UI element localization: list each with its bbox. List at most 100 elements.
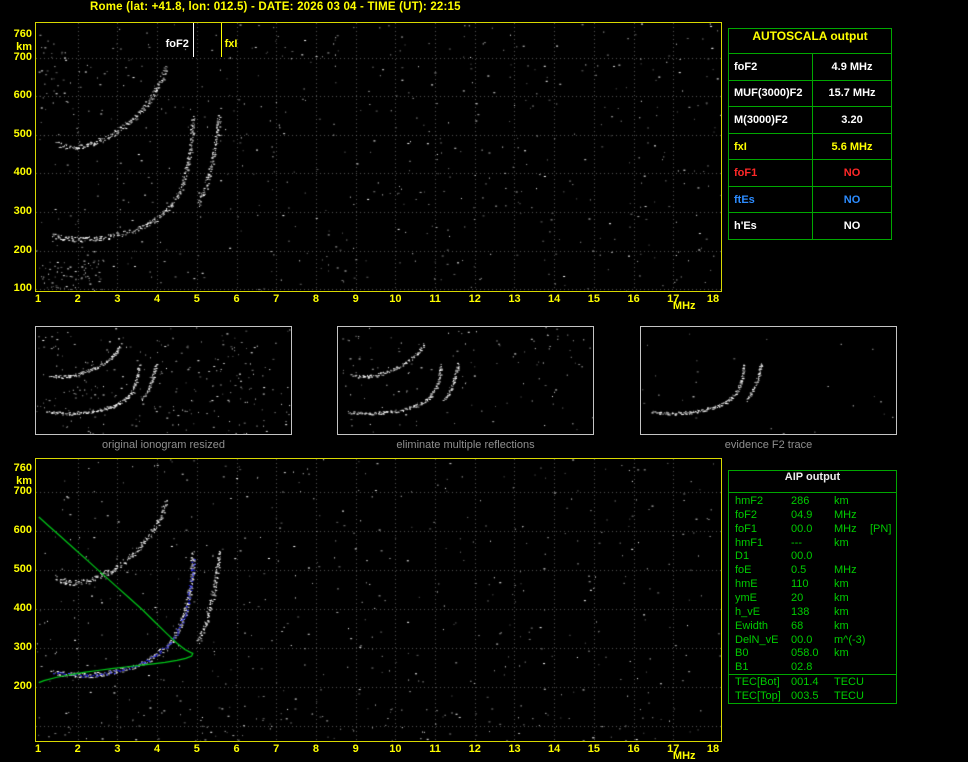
autoscala-row: foF1 NO [729, 159, 891, 186]
aip-row-label: foF1 [735, 522, 758, 535]
y-tick-label: 700 [13, 50, 32, 63]
y-tick-label: 600 [13, 89, 32, 102]
y-tick-label: 500 [13, 563, 32, 575]
autoscala-row-label: fxI [734, 140, 747, 153]
aip-row-label: D1 [735, 550, 750, 563]
x-tick-label: 13 [508, 293, 521, 305]
thumbnail-f2-trace-canvas [640, 326, 897, 435]
y-tick-label: 200 [13, 679, 32, 692]
aip-row-value: 138 [791, 605, 810, 618]
autoscala-row: M(3000)F2 3.20 [729, 106, 891, 133]
x-tick-label: 11 [429, 743, 441, 755]
x-tick-label: 3 [114, 743, 121, 755]
aip-row-unit: MHz [834, 522, 857, 535]
x-tick-label: 5 [193, 743, 200, 755]
aip-row: B1 02.8 [729, 660, 896, 674]
bottom-ionogram-canvas [36, 459, 721, 741]
x-tick-label: 7 [273, 743, 280, 755]
y-axis-unit: km [16, 40, 32, 53]
x-tick-label: 4 [154, 743, 161, 755]
autoscala-row: fxI 5.6 MHz [729, 132, 891, 160]
aip-row: ymE 20 km [729, 591, 896, 605]
thumbnail-original-caption: original ionogram resized [102, 439, 225, 451]
aip-row-value: 00.0 [791, 522, 813, 535]
thumbnail-original-canvas [35, 326, 292, 435]
aip-row-label: foE [735, 564, 752, 577]
autoscala-row: foF2 4.9 MHz [729, 53, 891, 80]
aip-row-unit: km [834, 647, 849, 660]
y-tick-label: 400 [13, 601, 32, 614]
x-tick-label: 14 [548, 293, 561, 305]
fof2-marker-line [192, 23, 194, 57]
y-tick-label: 200 [13, 243, 32, 256]
aip-row-label: TEC[Top] [735, 689, 781, 702]
aip-row-value: 68 [791, 619, 804, 632]
aip-row-label: hmF1 [735, 536, 764, 549]
x-tick-label: 2 [74, 743, 81, 755]
aip-row: foF1 00.0 MHz [PN] [729, 522, 896, 536]
aip-row-label: hmF2 [735, 494, 764, 507]
autoscala-row-value: 15.7 MHz [812, 80, 891, 107]
x-tick-label: 3 [114, 293, 121, 305]
y-tick-label: 100 [13, 282, 32, 295]
x-tick-label: 8 [312, 293, 319, 305]
thumbnail-f2-trace-panel: evidence F2 trace [640, 326, 897, 451]
x-tick-label: 9 [352, 293, 359, 305]
autoscala-row: MUF(3000)F2 15.7 MHz [729, 79, 891, 107]
autoscala-row-label: M(3000)F2 [734, 113, 788, 126]
y-tick-label: 300 [13, 640, 32, 653]
aip-row-unit: km [834, 536, 849, 549]
x-axis-unit: MHz [672, 300, 696, 312]
autoscala-row-value: 5.6 MHz [812, 133, 891, 160]
x-tick-label: 15 [587, 743, 600, 755]
y-tick-label: 500 [13, 127, 32, 140]
aip-row-value: 0.5 [791, 564, 807, 577]
fxi-marker-label: fxI [224, 38, 238, 50]
aip-row-value: 04.9 [791, 508, 813, 521]
y-axis-unit: km [16, 474, 32, 487]
autoscala-rows: foF2 4.9 MHz MUF(3000)F2 15.7 MHz M(3000)F2 3… [729, 53, 891, 240]
x-tick-label: 8 [312, 743, 319, 755]
aip-row-value: 02.8 [791, 661, 813, 674]
x-tick-label: 11 [429, 293, 441, 305]
top-ionogram-canvas [36, 23, 721, 291]
autoscala-row-value: NO [812, 186, 891, 213]
aip-row-value: 110 [791, 578, 809, 591]
aip-row-label: ymE [735, 591, 757, 604]
x-tick-label: 5 [193, 293, 200, 305]
y-tick-label: 300 [13, 204, 32, 217]
x-tick-label: 6 [233, 743, 240, 755]
aip-row-value: 286 [791, 494, 810, 507]
aip-row: h_vE 138 km [729, 605, 896, 619]
autoscala-row: h'Es NO [729, 212, 891, 240]
autoscala-row-label: foF1 [734, 167, 758, 180]
aip-row-label: B1 [735, 661, 749, 674]
aip-row: D1 00.0 [729, 549, 896, 563]
autoscala-panel-title: AUTOSCALA output [752, 29, 868, 43]
aip-row-unit: km [834, 591, 849, 604]
aip-row: hmE 110 km [729, 577, 896, 591]
thumbnail-no-multiples-caption: eliminate multiple reflections [396, 439, 535, 451]
x-tick-label: 12 [468, 293, 481, 305]
x-tick-label: 13 [508, 743, 521, 755]
aip-row-label: DelN_vE [735, 633, 779, 646]
x-tick-label: 16 [627, 743, 640, 755]
aip-row-unit: MHz [834, 508, 857, 521]
aip-row: DelN_vE 00.0 m^(-3) [729, 633, 896, 647]
autoscala-row-label: h'Es [734, 220, 757, 233]
aip-row: foE 0.5 MHz [729, 563, 896, 577]
aip-row: TEC[Top] 003.5 TECU [729, 689, 896, 703]
window-title: Rome (lat: +41.8, lon: 012.5) - DATE: 20… [90, 1, 461, 13]
aip-row: B0 058.0 km [729, 646, 896, 660]
thumbnail-original-panel: original ionogram resized [35, 326, 292, 451]
aip-row-label: Ewidth [735, 619, 769, 632]
y-tick-label: 400 [13, 166, 32, 179]
autoscala-row-value: NO [812, 213, 891, 240]
x-tick-label: 6 [233, 293, 240, 305]
autoscala-output-panel: AUTOSCALA output foF2 4.9 MHz MUF(3000)F2 1… [728, 28, 892, 240]
aip-row-value: 003.5 [791, 689, 819, 702]
x-tick-label: 18 [706, 743, 720, 755]
x-tick-label: 4 [154, 293, 161, 305]
x-tick-label: 7 [273, 293, 280, 305]
aip-row-label: B0 [735, 647, 749, 660]
